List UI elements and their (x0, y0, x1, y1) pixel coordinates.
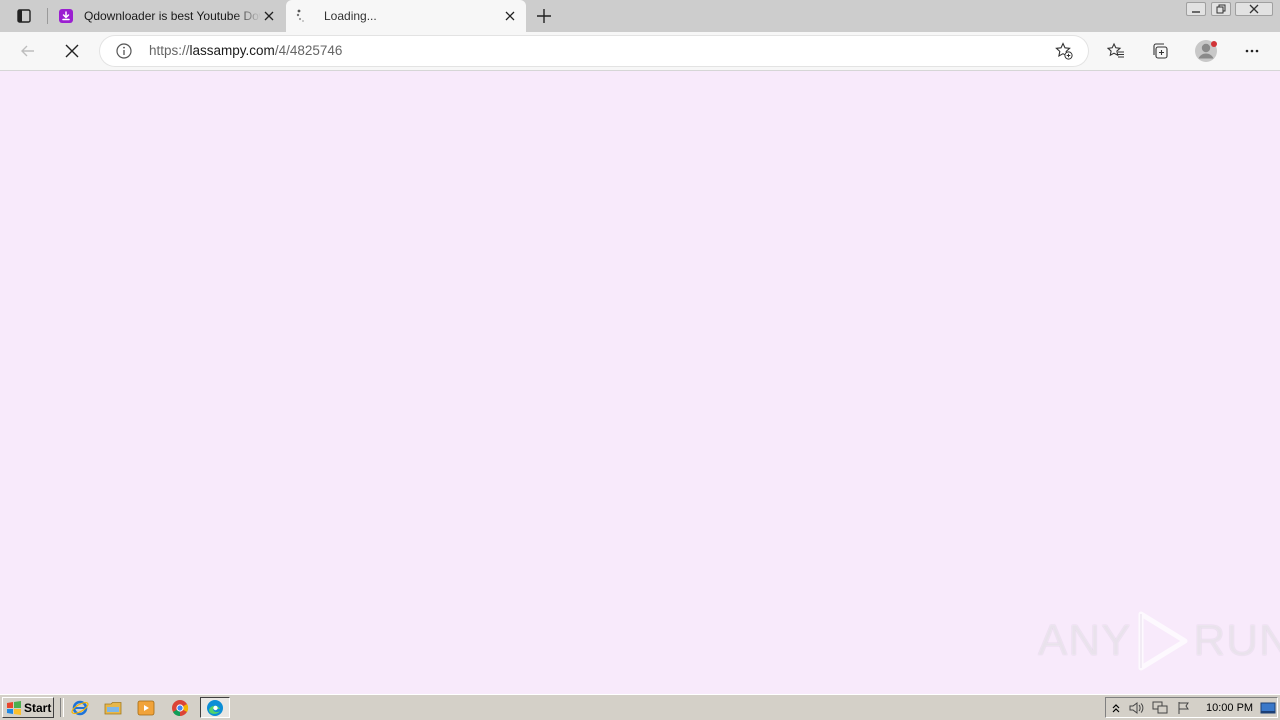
show-hidden-icons-icon[interactable] (1108, 700, 1124, 716)
chrome-button[interactable] (168, 697, 192, 718)
collections-icon (1153, 43, 1168, 59)
info-icon[interactable] (116, 43, 132, 59)
plus-icon (537, 9, 551, 23)
anyrun-watermark: ANY RUN (1038, 610, 1280, 672)
profile-button[interactable] (1192, 37, 1220, 65)
close-window-button[interactable] (1234, 0, 1274, 18)
edge-button[interactable] (200, 697, 230, 718)
internet-explorer-button[interactable] (68, 697, 92, 718)
address-bar[interactable]: https://lassampy.com/4/4825746 (100, 36, 1088, 66)
system-tray: 10:00 PM (1105, 697, 1278, 718)
stop-loading-button[interactable] (58, 37, 86, 65)
minimize-button[interactable] (1184, 0, 1208, 18)
watermark-left: ANY (1038, 616, 1132, 665)
start-label: Start (24, 700, 52, 715)
url-text[interactable]: https://lassampy.com/4/4825746 (149, 43, 342, 58)
file-explorer-button[interactable] (101, 697, 125, 718)
taskbar: Start 10:00 PM (0, 694, 1280, 720)
volume-icon[interactable] (1128, 700, 1144, 716)
show-desktop-icon[interactable] (1260, 700, 1276, 716)
chrome-icon (172, 699, 189, 716)
start-button[interactable]: Start (2, 697, 54, 718)
page-content (0, 71, 1280, 694)
close-icon (1249, 4, 1259, 14)
new-tab-button[interactable] (534, 6, 554, 26)
more-icon (1245, 49, 1259, 53)
watermark-right: RUN (1193, 616, 1280, 665)
close-tab-icon[interactable] (502, 8, 518, 24)
browser-toolbar: https://lassampy.com/4/4825746 (0, 32, 1280, 71)
tab-loading[interactable]: Loading... (286, 0, 526, 32)
tab-title: Loading... (324, 9, 377, 23)
network-icon[interactable] (1152, 700, 1168, 716)
taskbar-separator (60, 698, 64, 717)
edge-icon (207, 699, 223, 716)
close-tab-icon[interactable] (261, 8, 277, 24)
internet-explorer-icon (71, 700, 89, 715)
loading-spinner-icon (294, 8, 310, 24)
minimize-icon (1192, 11, 1200, 13)
qdownloader-favicon (58, 8, 74, 24)
close-icon (65, 44, 79, 58)
url-host: lassampy.com (189, 43, 275, 58)
tab-actions-icon (17, 9, 31, 23)
windows-logo-icon (7, 700, 21, 715)
tab-qdownloader[interactable]: Qdownloader is best Youtube Downloader (50, 0, 285, 32)
restore-icon (1216, 4, 1226, 14)
media-player-icon (137, 700, 155, 715)
collections-button[interactable] (1146, 37, 1174, 65)
tab-actions-button[interactable] (8, 4, 40, 28)
taskbar-clock[interactable]: 10:00 PM (1206, 702, 1253, 714)
back-arrow-icon (21, 45, 34, 57)
settings-more-button[interactable] (1238, 37, 1266, 65)
file-explorer-icon (104, 701, 122, 714)
favorites-icon (1107, 42, 1124, 58)
tab-separator (47, 8, 48, 24)
tab-title: Qdownloader is best Youtube Downloader (84, 9, 261, 23)
play-logo-icon (1138, 611, 1188, 671)
tab-strip: Qdownloader is best Youtube Downloader L… (0, 0, 1280, 32)
back-button[interactable] (14, 37, 42, 65)
favorites-button[interactable] (1102, 37, 1130, 65)
restore-button[interactable] (1209, 0, 1233, 18)
action-center-flag-icon[interactable] (1176, 700, 1192, 716)
url-path: /4/4825746 (274, 43, 343, 58)
avatar (1195, 40, 1217, 62)
url-scheme: https:// (149, 43, 190, 58)
media-player-button[interactable] (134, 697, 158, 718)
add-favorite-icon[interactable] (1055, 42, 1073, 60)
